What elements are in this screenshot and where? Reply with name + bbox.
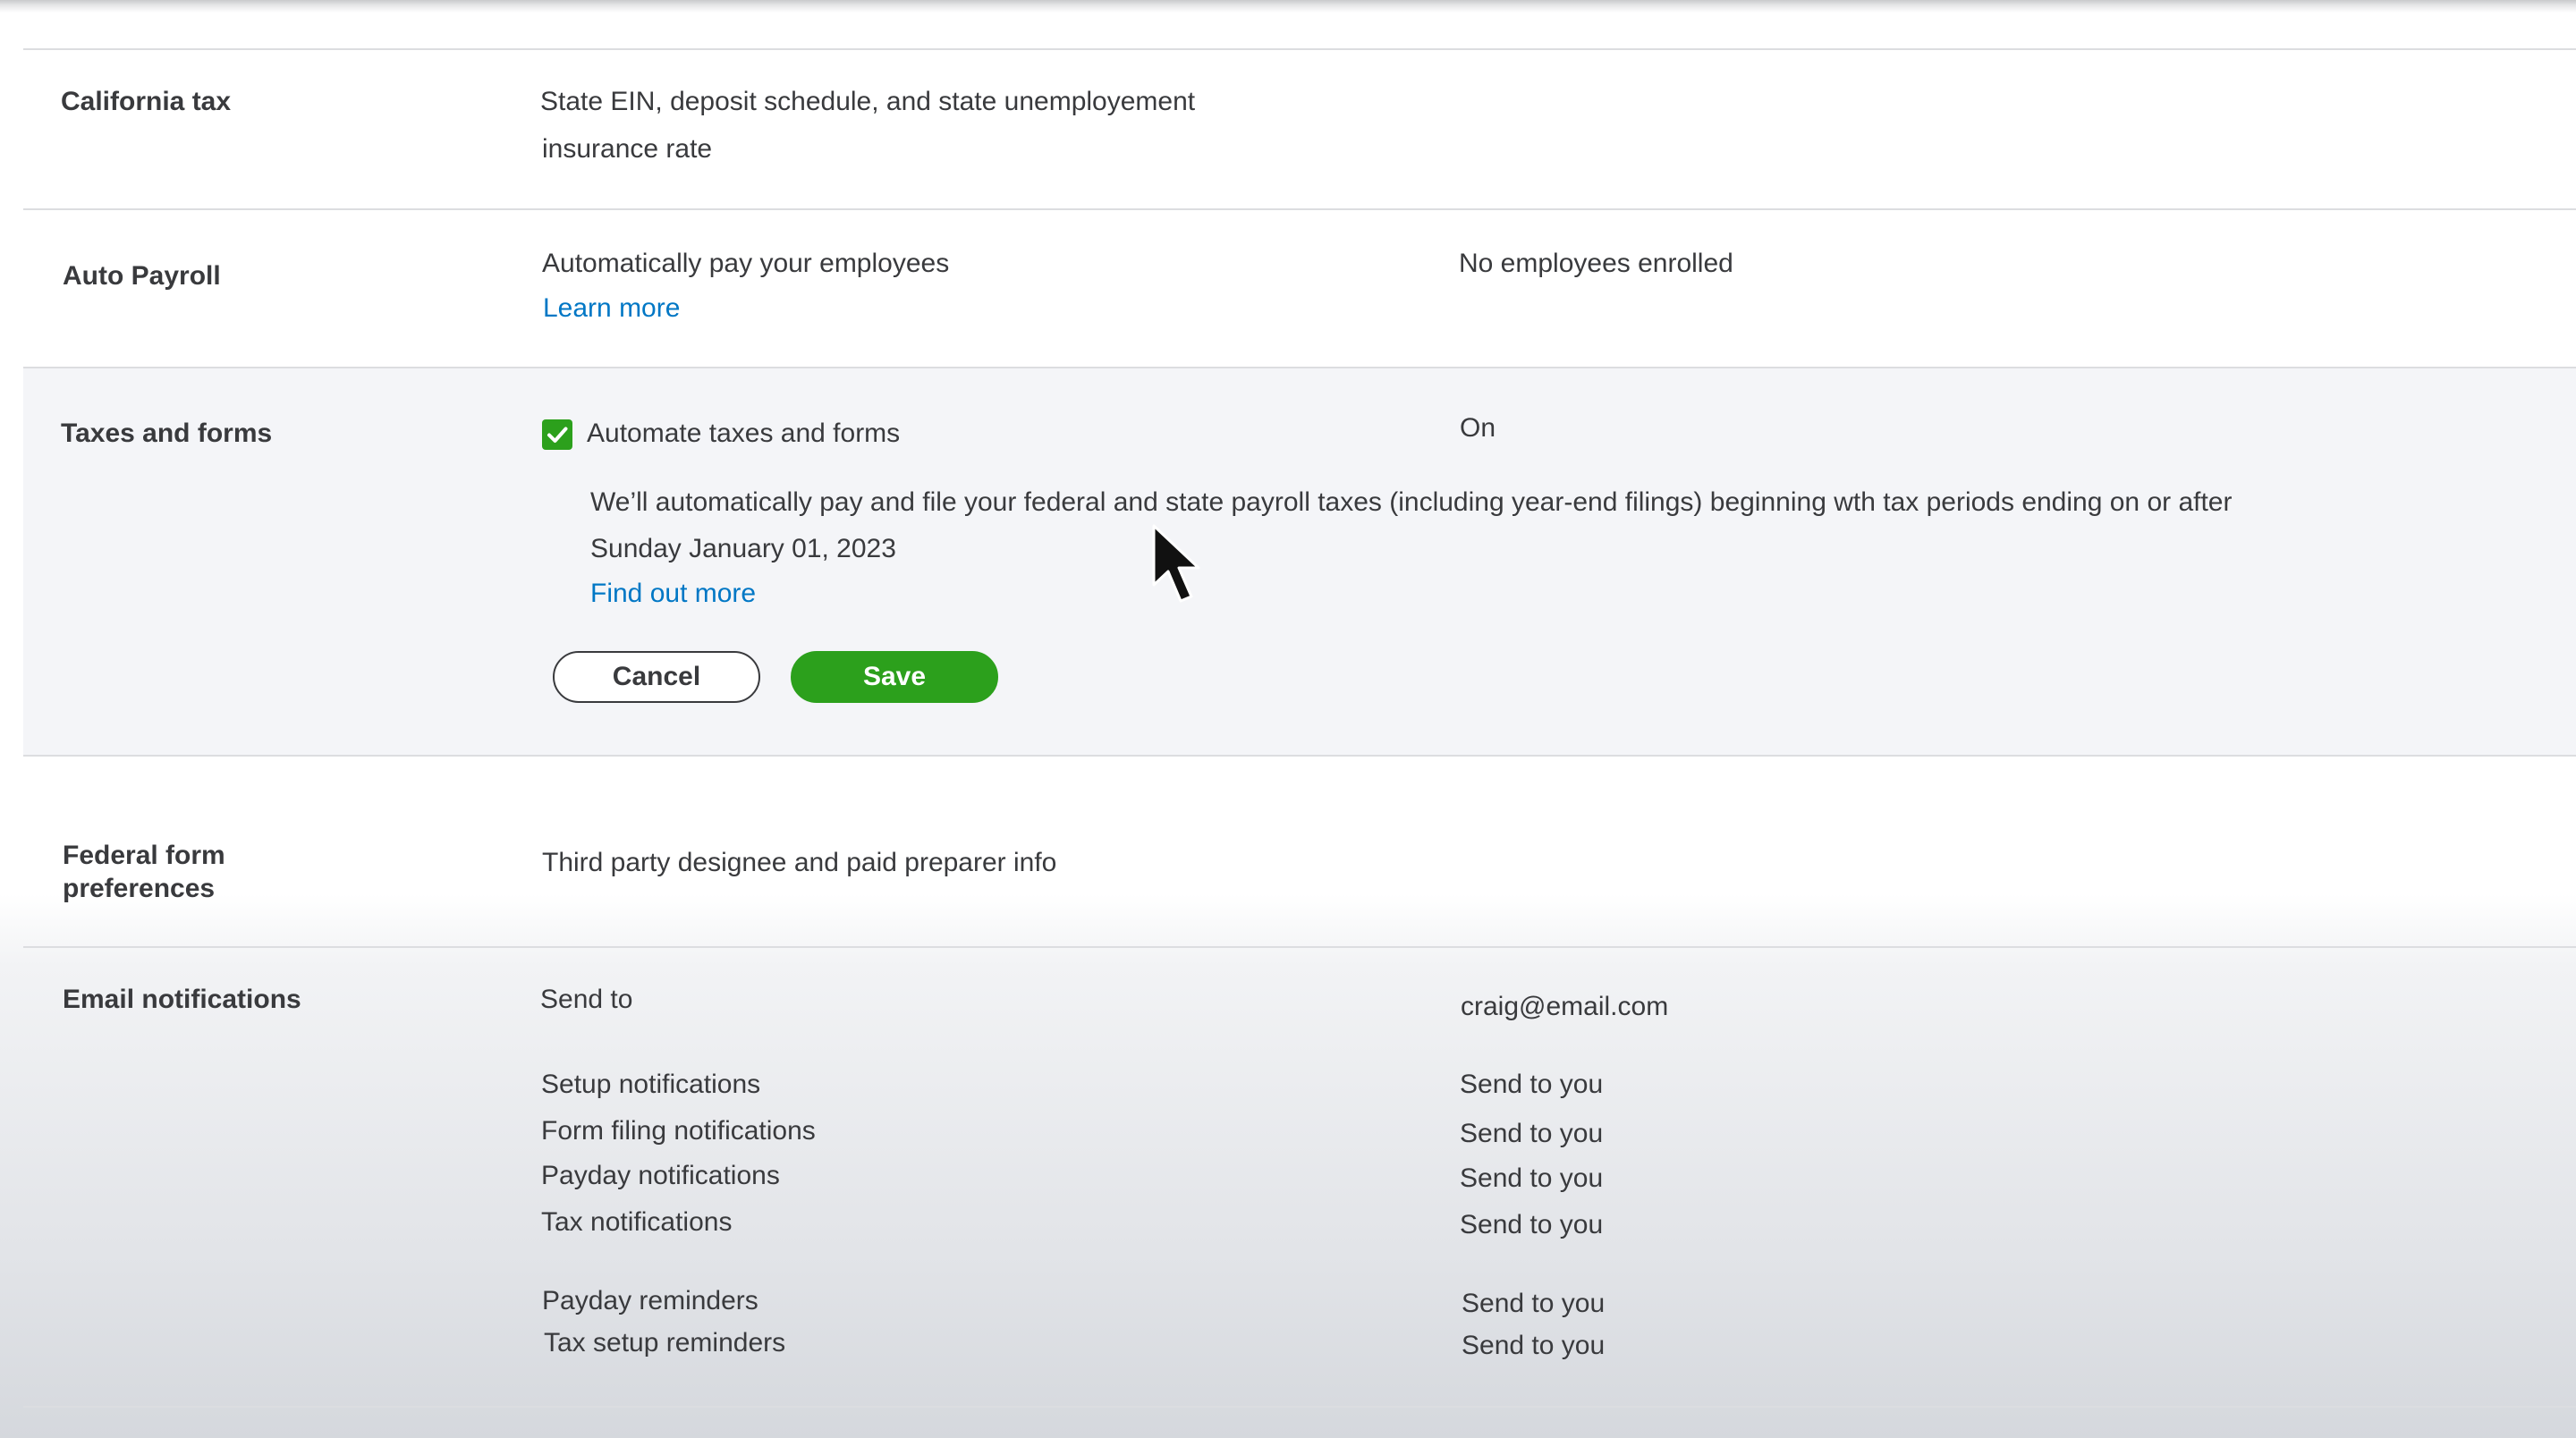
california-tax-description: State EIN, deposit schedule, and state u… [540,87,1196,116]
california-tax-description-cont: insurance rate [542,134,713,164]
row-divider [23,208,2576,210]
payroll-settings-page: California tax State EIN, deposit schedu… [0,0,2576,1438]
top-edge-shadow [0,0,2576,13]
notification-name: Tax setup reminders [544,1328,786,1358]
notification-value: Send to you [1460,1070,1604,1099]
checkmark-icon [547,427,568,443]
california-tax-label: California tax [61,87,232,116]
find-out-more-link[interactable]: Find out more [590,578,756,610]
save-button[interactable]: Save [791,651,998,703]
notification-name: Setup notifications [541,1070,761,1099]
notification-value: Send to you [1462,1331,1606,1360]
automate-taxes-checkbox[interactable] [542,419,572,450]
auto-payroll-description: Automatically pay your employees [542,249,950,278]
notification-name: Payday reminders [542,1286,758,1315]
automate-taxes-label[interactable]: Automate taxes and forms [587,418,900,450]
notification-name: Payday notifications [541,1161,780,1190]
cancel-button[interactable]: Cancel [553,651,760,703]
send-to-email: craig@email.com [1461,992,1669,1021]
notification-name: Tax notifications [541,1207,733,1237]
notification-name: Form filing notifications [541,1116,816,1146]
taxes-and-forms-status: On [1460,413,1496,443]
mouse-pointer-icon [1152,524,1200,603]
taxes-and-forms-label: Taxes and forms [61,419,273,448]
send-to-label: Send to [540,985,633,1014]
learn-more-link[interactable]: Learn more [543,292,680,325]
row-divider [23,1406,2576,1408]
auto-payroll-label: Auto Payroll [63,261,221,291]
row-divider [23,946,2576,948]
email-notifications-label: Email notifications [63,985,301,1014]
automation-info-text: We’ll automatically pay and file your fe… [590,487,2233,563]
notification-value: Send to you [1460,1210,1604,1239]
notification-value: Send to you [1460,1119,1604,1148]
row-divider [23,48,2576,50]
auto-payroll-status: No employees enrolled [1459,249,1733,278]
federal-form-preferences-description: Third party designee and paid preparer i… [542,848,1057,877]
federal-form-preferences-label: Federal form [63,841,225,870]
row-divider [23,755,2576,757]
federal-form-preferences-label-cont: preferences [63,874,216,903]
notification-value: Send to you [1462,1289,1606,1318]
notification-value: Send to you [1460,1163,1604,1193]
